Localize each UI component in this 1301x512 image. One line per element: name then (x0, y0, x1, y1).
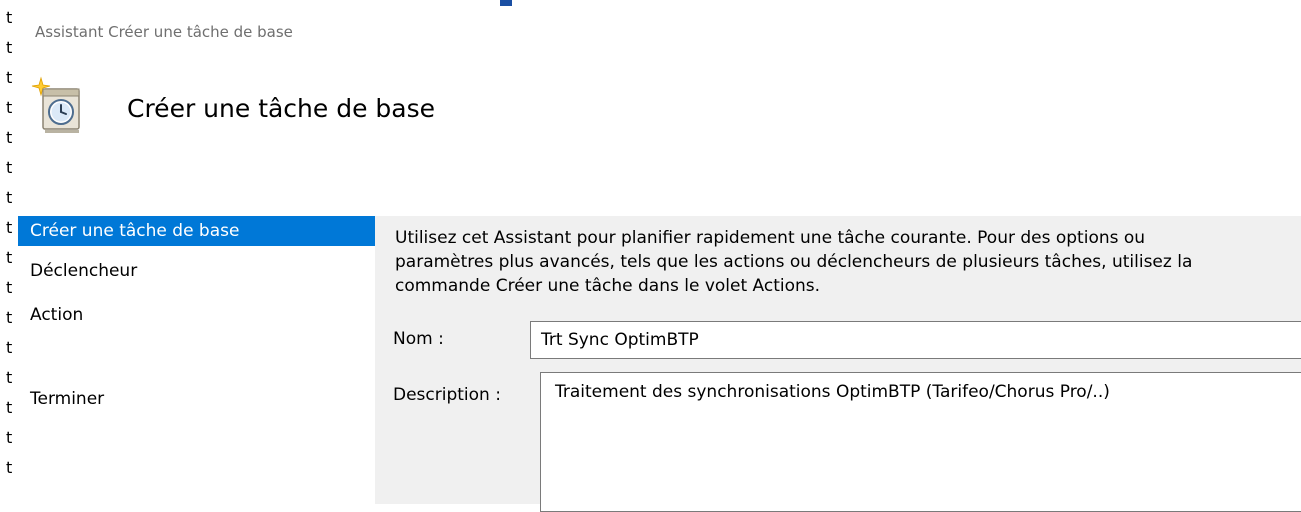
description-label: Description : (393, 385, 501, 405)
edge-char: t (6, 158, 13, 177)
window-title: Assistant Créer une tâche de base (35, 23, 293, 41)
edge-char: t (6, 428, 13, 447)
edge-char: t (6, 188, 13, 207)
edge-char: t (6, 218, 13, 237)
background-window-edge: t t t t t t t t t t t t t t t t (0, 0, 16, 504)
nav-item-action[interactable]: Action (18, 300, 375, 330)
wizard-content-panel: Utilisez cet Assistant pour planifier ra… (375, 216, 1301, 512)
name-label: Nom : (393, 329, 444, 349)
wizard-steps-nav: Créer une tâche de base Déclencheur Acti… (18, 216, 375, 504)
nav-item-create-basic-task[interactable]: Créer une tâche de base (18, 216, 375, 246)
edge-char: t (6, 338, 13, 357)
edge-char: t (6, 398, 13, 417)
edge-char: t (6, 128, 13, 147)
description-textarea[interactable]: Traitement des synchronisations OptimBTP… (540, 372, 1301, 512)
edge-char: t (6, 8, 13, 27)
background-window-accent (500, 0, 512, 6)
intro-text: Utilisez cet Assistant pour planifier ra… (395, 228, 1193, 296)
edge-char: t (6, 278, 13, 297)
nav-item-finish[interactable]: Terminer (18, 384, 375, 414)
edge-char: t (6, 98, 13, 117)
edge-char: t (6, 68, 13, 87)
task-clock-icon (29, 76, 91, 138)
edge-char: t (6, 248, 13, 267)
edge-char: t (6, 38, 13, 57)
edge-char: t (6, 368, 13, 387)
page-title: Créer une tâche de base (127, 94, 436, 123)
name-input[interactable]: Trt Sync OptimBTP (530, 321, 1301, 359)
edge-char: t (6, 308, 13, 327)
nav-item-trigger[interactable]: Déclencheur (18, 256, 375, 286)
edge-char: t (6, 458, 13, 477)
